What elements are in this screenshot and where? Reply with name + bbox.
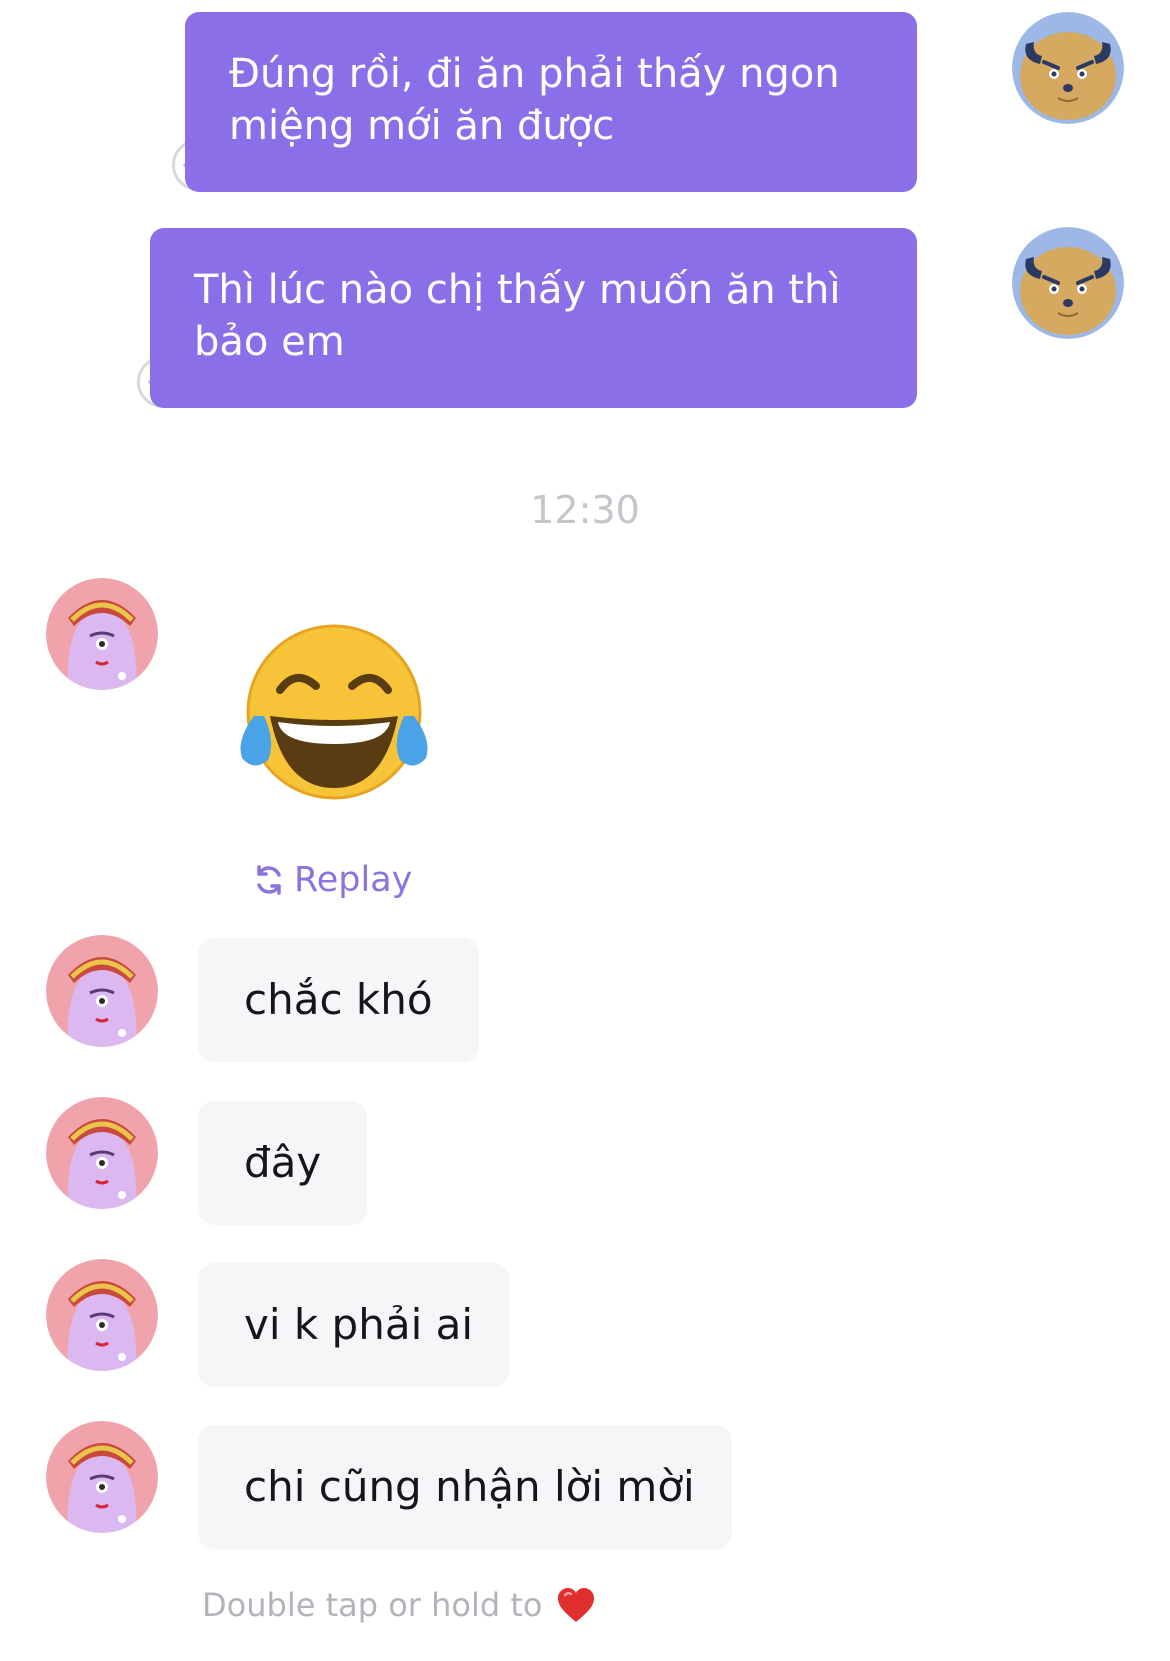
incoming-message-bubble[interactable]: chi cũng nhận lời mời <box>198 1425 732 1549</box>
message-text: Thì lúc nào chị thấy muốn ăn thì bảo em <box>194 267 841 365</box>
contact-avatar[interactable] <box>46 1421 158 1533</box>
face-with-tears-of-joy-emoji[interactable] <box>234 620 434 810</box>
message-text: chắc khó <box>244 975 433 1024</box>
incoming-message-bubble[interactable]: chắc khó <box>198 938 479 1062</box>
chat-conversation: Đúng rồi, đi ăn phải thấy ngon miệng mới… <box>0 0 1170 1661</box>
my-avatar[interactable] <box>1012 227 1124 339</box>
incoming-message-bubble[interactable]: đây <box>198 1101 367 1225</box>
my-avatar[interactable] <box>1012 12 1124 124</box>
reaction-hint-text: Double tap or hold to <box>202 1586 543 1624</box>
replay-icon <box>257 865 281 895</box>
message-timestamp: 12:30 <box>530 488 640 532</box>
replay-button[interactable]: Replay <box>252 856 412 904</box>
replay-label: Replay <box>294 860 413 900</box>
message-text: Đúng rồi, đi ăn phải thấy ngon miệng mới… <box>229 51 840 149</box>
contact-avatar[interactable] <box>46 935 158 1047</box>
contact-avatar[interactable] <box>46 1097 158 1209</box>
incoming-message-bubble[interactable]: vi k phải ai <box>198 1263 509 1387</box>
heart-icon <box>558 1588 595 1622</box>
message-text: chi cũng nhận lời mời <box>244 1462 695 1511</box>
outgoing-message-bubble[interactable]: Thì lúc nào chị thấy muốn ăn thì bảo em <box>150 228 917 408</box>
contact-avatar[interactable] <box>46 1259 158 1371</box>
message-text: đây <box>244 1138 322 1187</box>
contact-avatar[interactable] <box>46 578 158 690</box>
outgoing-message-bubble[interactable]: Đúng rồi, đi ăn phải thấy ngon miệng mới… <box>185 12 917 192</box>
reaction-hint: Double tap or hold to <box>202 1583 596 1627</box>
message-text: vi k phải ai <box>244 1300 473 1349</box>
